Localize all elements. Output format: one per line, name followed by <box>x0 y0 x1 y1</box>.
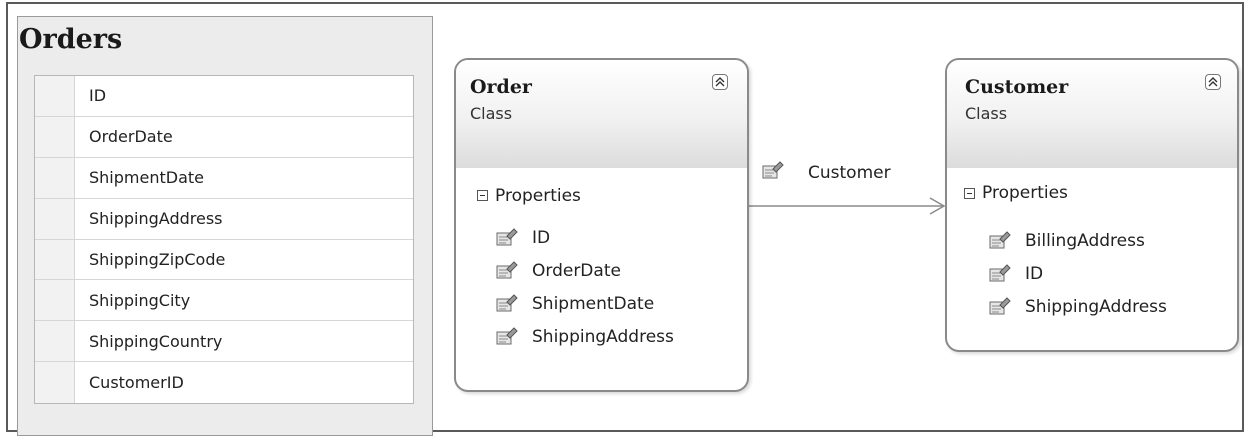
list-item[interactable]: ShippingAddress <box>989 290 1167 323</box>
property-icon <box>989 296 1011 314</box>
customer-class-shape[interactable]: Customer Class Properties BillingAddress… <box>945 58 1239 352</box>
class-kind: Class <box>470 104 513 123</box>
property-icon <box>762 161 784 179</box>
double-chevron-up-icon[interactable] <box>712 74 728 90</box>
property-name: ID <box>1025 263 1044 284</box>
list-item[interactable]: BillingAddress <box>989 224 1167 257</box>
property-list: ID OrderDate ShipmentDate ShippingAddres… <box>496 221 674 353</box>
property-icon <box>496 293 518 311</box>
property-name: BillingAddress <box>1025 230 1145 251</box>
double-chevron-up-icon[interactable] <box>1205 74 1221 90</box>
property-name: ShippingAddress <box>1025 296 1167 317</box>
property-name: OrderDate <box>532 260 621 281</box>
property-name: ShippingAddress <box>532 326 674 347</box>
list-item[interactable]: ShipmentDate <box>496 287 674 320</box>
class-name: Order <box>470 76 532 98</box>
section-label: Properties <box>495 186 581 206</box>
property-list: BillingAddress ID ShippingAddress <box>989 224 1167 323</box>
list-item[interactable]: ID <box>989 257 1167 290</box>
list-item[interactable]: ShippingAddress <box>496 320 674 353</box>
list-item[interactable]: OrderDate <box>496 254 674 287</box>
property-name: ShipmentDate <box>532 293 655 314</box>
property-icon <box>989 263 1011 281</box>
property-icon <box>496 227 518 245</box>
property-icon <box>496 260 518 278</box>
class-name: Customer <box>965 76 1069 98</box>
section-label: Properties <box>982 183 1068 203</box>
association-label[interactable]: Customer <box>808 163 891 183</box>
property-icon <box>496 326 518 344</box>
property-name: ID <box>532 227 551 248</box>
order-class-shape[interactable]: Order Class Properties ID OrderDate Ship… <box>454 58 749 392</box>
list-item[interactable]: ID <box>496 221 674 254</box>
class-kind: Class <box>965 104 1008 123</box>
minus-box-icon[interactable] <box>477 190 488 201</box>
property-icon <box>989 230 1011 248</box>
minus-box-icon[interactable] <box>964 188 975 199</box>
